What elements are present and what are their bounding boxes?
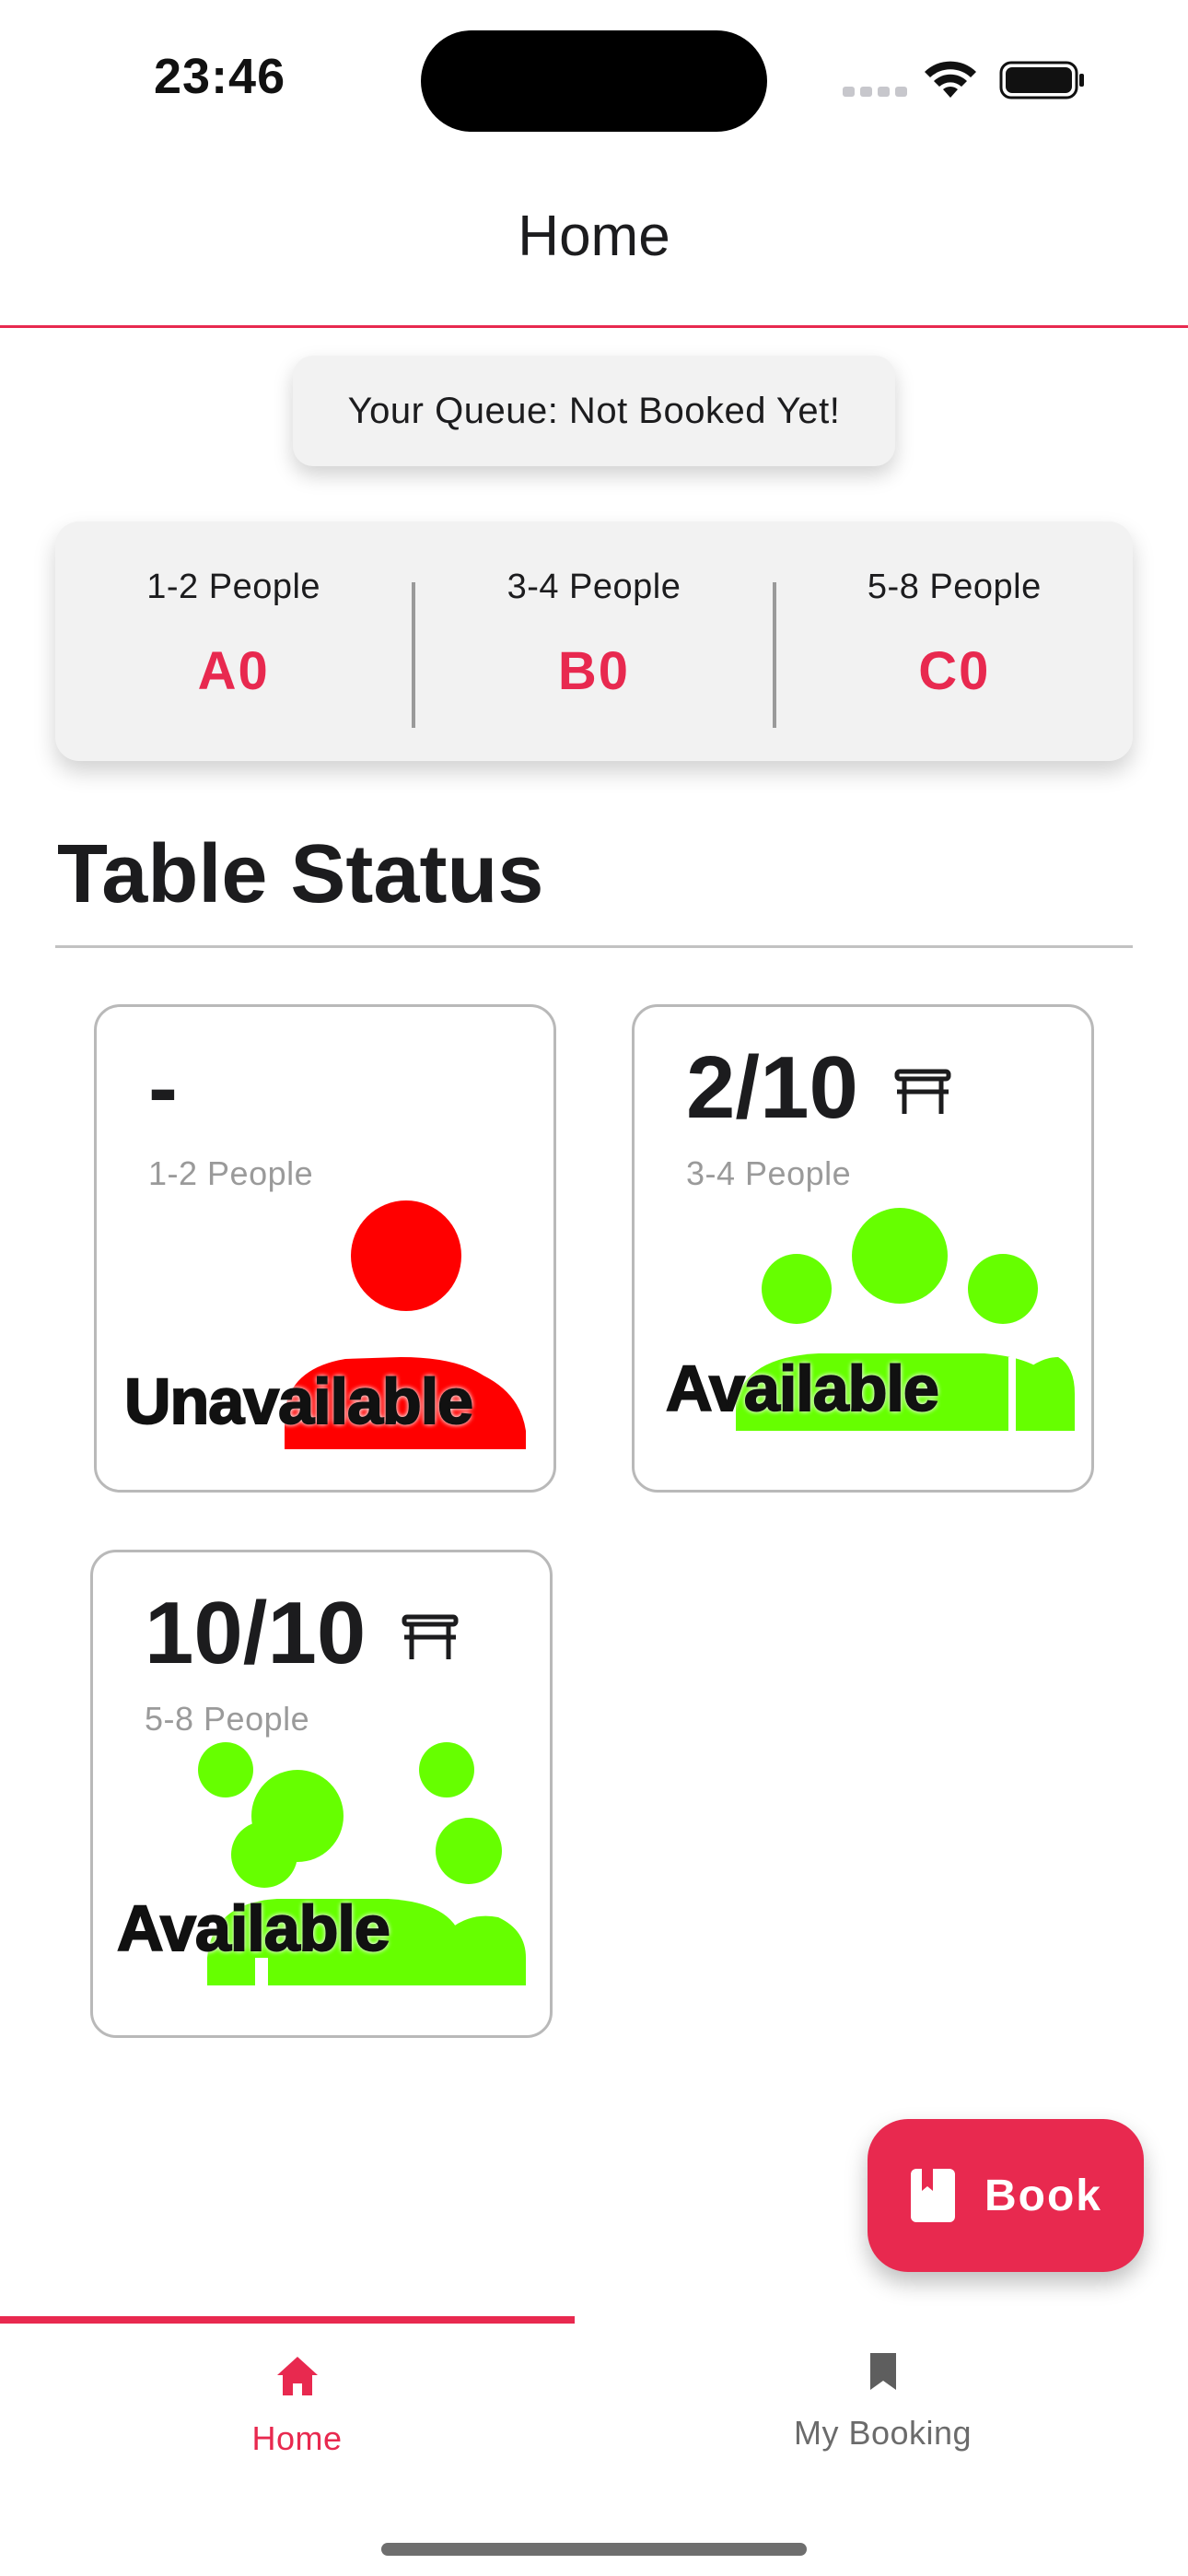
page-title: Home <box>518 205 670 268</box>
section-divider <box>55 945 1133 948</box>
nav-label: Home <box>251 2419 343 2457</box>
section-title: Table Status <box>57 828 544 920</box>
queue-group-code: C0 <box>918 641 991 701</box>
bottom-navigation: Home My Booking <box>0 2316 1188 2576</box>
app-header: Home <box>0 157 1188 328</box>
table-icon <box>894 1069 951 1114</box>
book-icon <box>911 2169 955 2222</box>
status-bar: 23:46 <box>0 0 1188 157</box>
queue-status-banner: Your Queue: Not Booked Yet! <box>293 356 895 466</box>
dynamic-island <box>421 30 767 132</box>
table-icon <box>402 1614 459 1659</box>
cellular-signal-icon <box>843 87 907 97</box>
table-count: - <box>148 1038 178 1137</box>
table-card-5-8[interactable]: 10/10 5-8 People Available <box>90 1550 553 2038</box>
nav-active-indicator <box>0 2316 575 2324</box>
table-status-text: Unavailable <box>123 1364 474 1438</box>
table-card-3-4[interactable]: 2/10 3-4 People Available <box>632 1004 1094 1493</box>
table-count-row: 2/10 <box>686 1044 952 1132</box>
table-status-text: Available <box>665 1352 940 1425</box>
queue-group-label: 3-4 People <box>507 568 681 606</box>
queue-summary-card: 1-2 People A0 3-4 People B0 5-8 People C… <box>55 521 1133 761</box>
table-count: 2/10 <box>686 1038 858 1137</box>
book-button[interactable]: Book <box>868 2119 1144 2272</box>
queue-group-code: B0 <box>557 641 631 701</box>
table-status-text: Available <box>116 1891 391 1965</box>
nav-item-my-booking[interactable]: My Booking <box>586 2348 1180 2453</box>
queue-group-label: 5-8 People <box>867 568 1042 606</box>
queue-group-medium: 3-4 People B0 <box>415 521 772 761</box>
battery-icon <box>999 61 1084 100</box>
queue-group-large: 5-8 People C0 <box>776 521 1133 761</box>
queue-group-label: 1-2 People <box>146 568 321 606</box>
table-group-label: 5-8 People <box>145 1700 310 1738</box>
nav-label: My Booking <box>793 2414 973 2452</box>
book-button-label: Book <box>984 2171 1102 2220</box>
table-count: 10/10 <box>145 1584 367 1682</box>
table-card-1-2[interactable]: - 1-2 People Unavailable <box>94 1004 556 1493</box>
queue-group-small: 1-2 People A0 <box>55 521 412 761</box>
table-count-row: 10/10 <box>145 1589 460 1678</box>
table-count-row: - <box>148 1044 178 1132</box>
wifi-icon <box>925 61 976 98</box>
home-indicator <box>381 2543 807 2556</box>
home-icon <box>276 2357 318 2395</box>
table-group-label: 3-4 People <box>686 1154 852 1192</box>
nav-item-home[interactable]: Home <box>0 2353 594 2458</box>
bookmark-icon <box>869 2353 896 2390</box>
table-group-label: 1-2 People <box>148 1154 314 1192</box>
status-time: 23:46 <box>154 49 286 104</box>
queue-group-code: A0 <box>197 641 270 701</box>
